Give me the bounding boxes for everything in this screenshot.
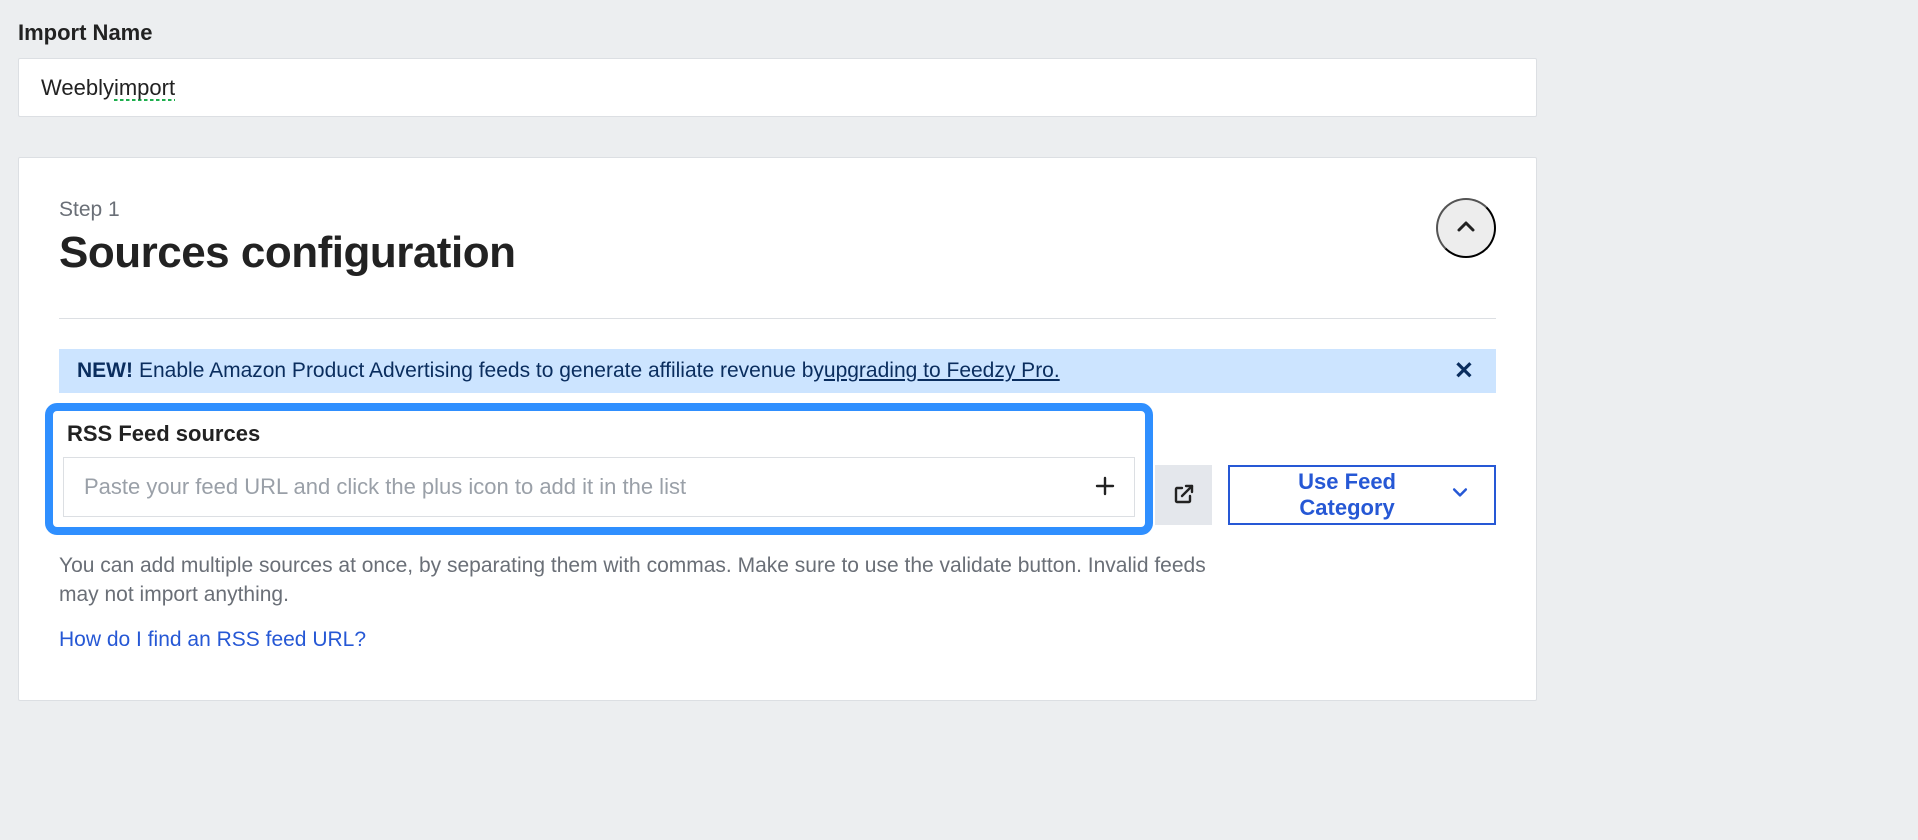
validate-feed-button[interactable] (1155, 465, 1212, 525)
feed-input-wrap (63, 457, 1135, 517)
import-name-value-a: Weebly (41, 75, 114, 101)
rss-label: RSS Feed sources (67, 421, 1135, 447)
use-feed-category-button[interactable]: Use Feed Category (1228, 465, 1496, 525)
import-name-label: Import Name (18, 20, 1900, 46)
close-icon: ✕ (1454, 358, 1474, 385)
external-link-icon (1172, 482, 1196, 509)
step1-card: Step 1 Sources configuration NEW! Enable… (18, 157, 1537, 701)
feed-row: RSS Feed sources Use Feed Category (59, 403, 1496, 535)
notice-badge: NEW! (77, 359, 133, 383)
promo-notice: NEW! Enable Amazon Product Advertising f… (59, 349, 1496, 393)
help-link[interactable]: How do I find an RSS feed URL? (59, 628, 366, 651)
divider (59, 318, 1496, 319)
card-title: Sources configuration (59, 228, 1496, 278)
feed-url-input[interactable] (64, 458, 1074, 516)
notice-close-button[interactable]: ✕ (1448, 356, 1480, 387)
plus-icon (1093, 474, 1117, 501)
import-name-value-b: import (114, 75, 175, 101)
rss-highlight-box: RSS Feed sources (45, 403, 1153, 535)
add-feed-button[interactable] (1074, 458, 1134, 516)
sources-hint: You can add multiple sources at once, by… (59, 551, 1239, 610)
notice-text: Enable Amazon Product Advertising feeds … (139, 359, 824, 383)
import-name-input[interactable]: Weebly import (18, 58, 1537, 117)
chevron-up-icon (1454, 215, 1478, 242)
chevron-down-icon (1450, 482, 1470, 508)
upgrade-link[interactable]: upgrading to Feedzy Pro. (824, 359, 1060, 383)
use-feed-category-label: Use Feed Category (1254, 469, 1440, 521)
step-label: Step 1 (59, 198, 1496, 222)
collapse-button[interactable] (1436, 198, 1496, 258)
